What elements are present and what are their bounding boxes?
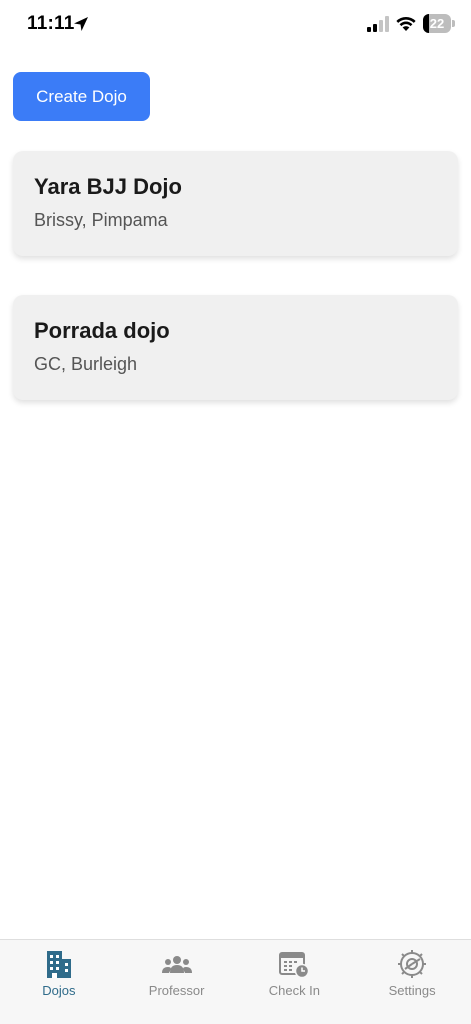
battery-indicator: 22 — [423, 14, 455, 33]
wifi-icon — [396, 16, 416, 31]
dojo-name: Yara BJJ Dojo — [34, 174, 182, 199]
dojo-location: GC, Burleigh — [34, 354, 138, 374]
dojo-card[interactable]: Yara BJJ Dojo Brissy, Pimpama — [13, 151, 458, 256]
tab-bar: Dojos Professor Check In Settings — [0, 939, 471, 1024]
status-bar: 11:11 22 — [0, 0, 471, 48]
tab-label: Dojos — [42, 983, 76, 998]
dojos-screen: 11:11 22 Create Dojo Yara BJJ Dojo Briss… — [0, 0, 471, 1024]
gear-icon — [398, 950, 427, 978]
dojo-card[interactable]: Porrada dojo GC, Burleigh — [13, 295, 458, 400]
tab-label: Professor — [148, 983, 205, 998]
tab-label: Settings — [388, 983, 436, 998]
tab-label: Check In — [268, 983, 321, 998]
tab-dojos[interactable]: Dojos — [0, 940, 118, 1024]
tab-settings[interactable]: Settings — [353, 940, 471, 1024]
calendar-clock-icon — [279, 952, 310, 979]
tab-check-in[interactable]: Check In — [236, 940, 354, 1024]
tab-professor[interactable]: Professor — [118, 940, 236, 1024]
battery-level: 22 — [429, 16, 445, 31]
create-dojo-button[interactable]: Create Dojo — [13, 72, 150, 121]
people-icon — [161, 956, 192, 973]
dojo-location: Brissy, Pimpama — [34, 210, 168, 230]
dojo-name: Porrada dojo — [34, 318, 170, 343]
location-arrow-icon — [74, 17, 88, 31]
cellular-signal-icon — [367, 16, 389, 32]
status-time: 11:11 — [27, 13, 75, 34]
dojo-list: Yara BJJ Dojo Brissy, Pimpama Porrada do… — [13, 151, 458, 439]
building-icon — [46, 951, 71, 978]
